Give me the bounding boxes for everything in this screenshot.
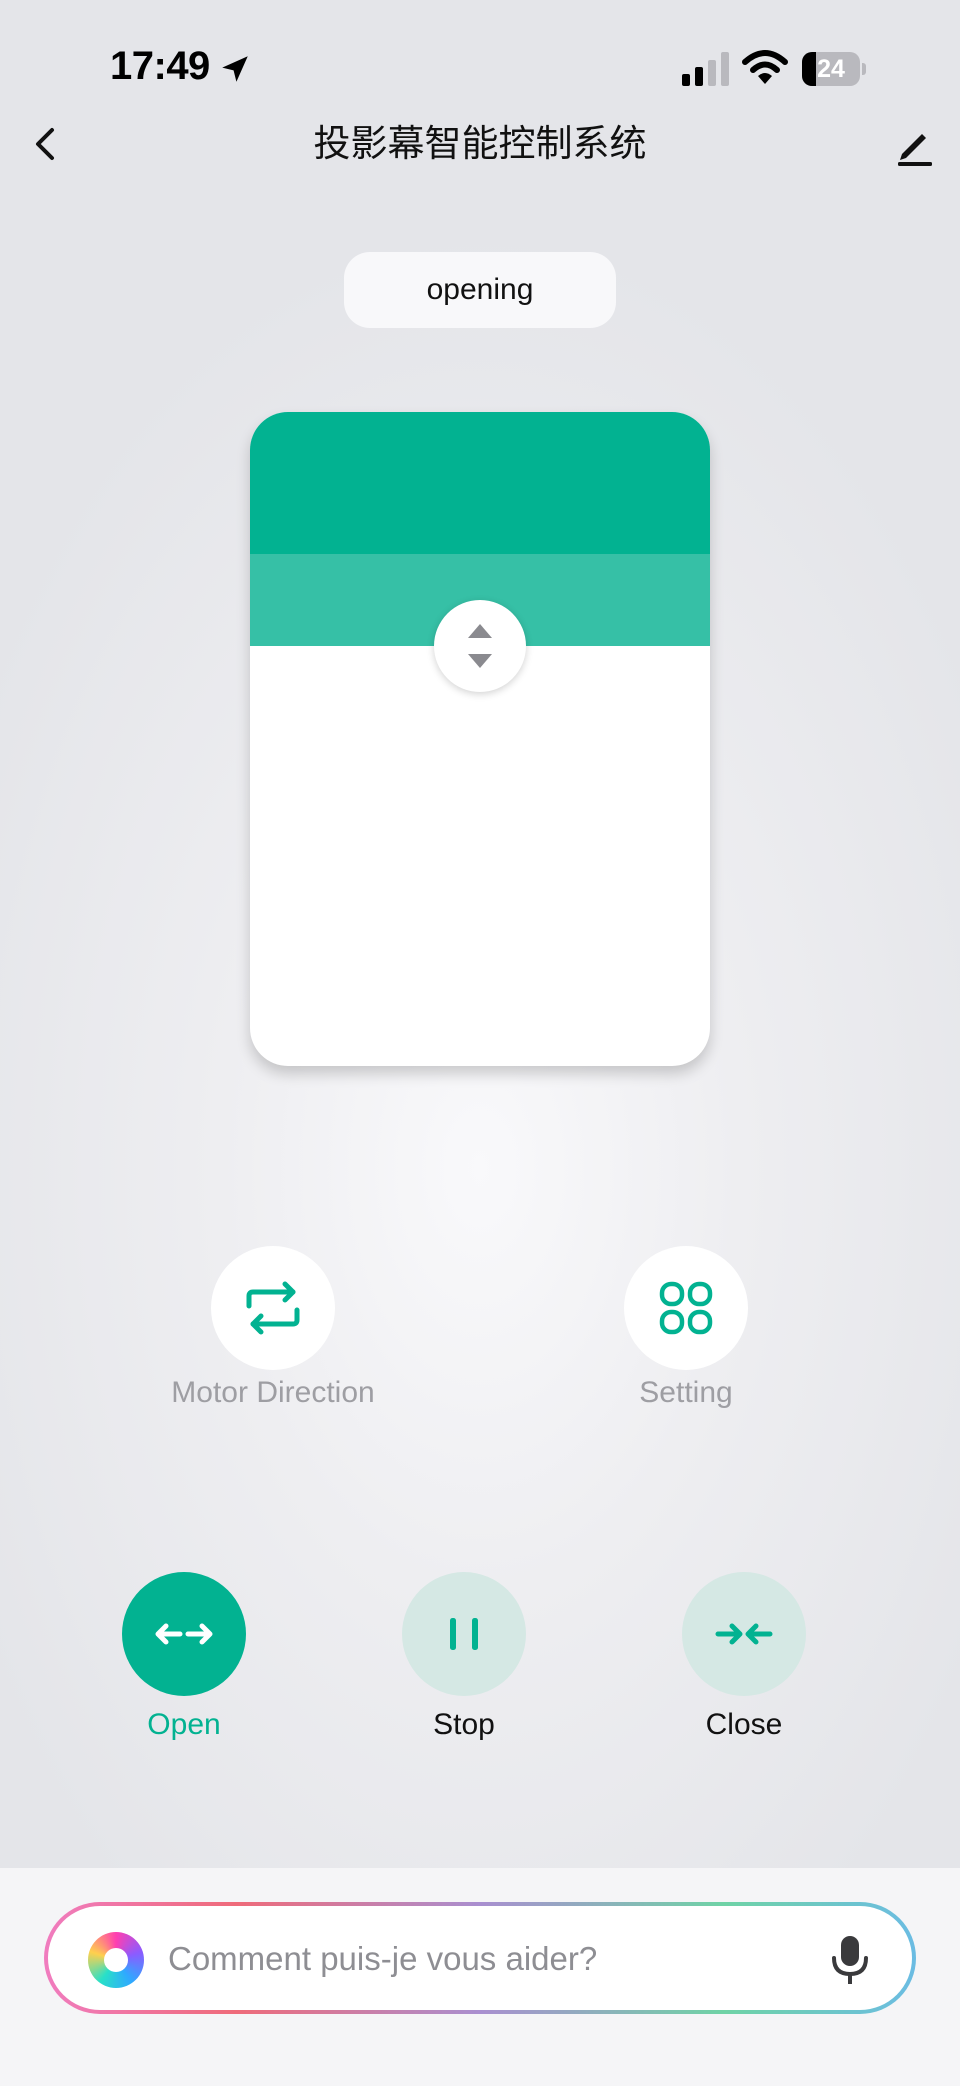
- arrows-inward-icon: [715, 1623, 773, 1645]
- status-bar: 17:49 24: [0, 0, 960, 120]
- battery-percent: 24: [817, 55, 845, 83]
- close-button[interactable]: Close: [644, 1572, 844, 1752]
- setting-label: Setting: [639, 1376, 733, 1409]
- motor-direction-circle: [211, 1246, 335, 1370]
- open-button[interactable]: Open: [84, 1572, 284, 1752]
- page-title: 投影幕智能控制系统: [313, 123, 647, 164]
- back-button[interactable]: [22, 116, 74, 172]
- setting-circle: [624, 1246, 748, 1370]
- cellular-signal-icon: [682, 52, 729, 86]
- arrows-outward-icon: [155, 1623, 213, 1645]
- edit-button[interactable]: [888, 118, 940, 170]
- stop-button[interactable]: Stop: [364, 1572, 564, 1752]
- battery-icon: 24: [802, 52, 866, 86]
- curtain-rolled-section: [250, 412, 710, 554]
- assistant-panel: [0, 1868, 960, 2086]
- microphone-icon: [832, 1936, 868, 1984]
- swap-arrows-icon: [246, 1281, 300, 1335]
- pencil-icon: [898, 134, 932, 166]
- status-time: 17:49: [110, 44, 210, 88]
- stop-circle: [402, 1572, 526, 1696]
- open-circle: [122, 1572, 246, 1696]
- assistant-logo-icon[interactable]: [88, 1932, 144, 1988]
- location-arrow-icon: [222, 56, 248, 82]
- curtain-drag-handle[interactable]: [434, 600, 526, 692]
- close-label: Close: [705, 1708, 783, 1741]
- device-state-badge: opening: [344, 252, 616, 328]
- motor-direction-button[interactable]: Motor Direction: [140, 1246, 406, 1416]
- wifi-icon: [742, 50, 788, 84]
- stop-label: Stop: [433, 1708, 495, 1741]
- assistant-bar: [44, 1902, 916, 2014]
- curtain-preview: [250, 412, 710, 1066]
- motor-direction-label: Motor Direction: [171, 1376, 375, 1409]
- mic-button[interactable]: [826, 1932, 874, 1988]
- up-down-arrows-icon: [468, 624, 492, 668]
- close-circle: [682, 1572, 806, 1696]
- chevron-left-icon: [36, 128, 54, 160]
- open-label: Open: [147, 1708, 221, 1741]
- assistant-input[interactable]: [166, 1906, 770, 2012]
- grid-icon: [659, 1281, 713, 1335]
- setting-button[interactable]: Setting: [580, 1246, 792, 1416]
- pause-icon: [450, 1618, 478, 1650]
